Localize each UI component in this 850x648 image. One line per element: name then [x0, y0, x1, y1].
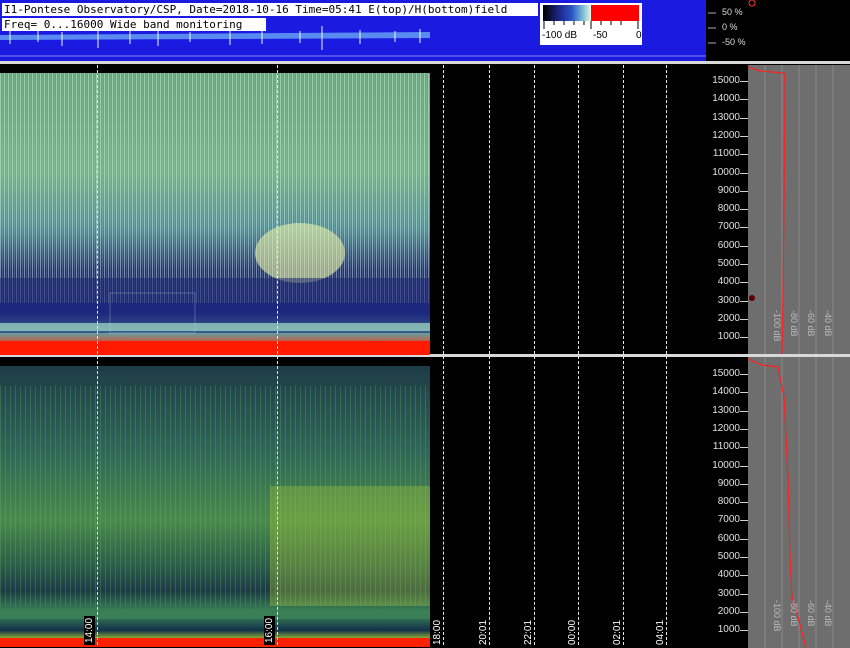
- top-freq-tick: [740, 154, 748, 156]
- time-label-0401: 04:01: [655, 619, 666, 645]
- top-freq-label: 11000: [712, 148, 740, 160]
- time-gridline: [443, 65, 444, 645]
- bottom-freq-label: 8000: [717, 496, 740, 508]
- top-freq-label: 14000: [712, 93, 740, 105]
- top-freq-label: 15000: [712, 75, 740, 86]
- bottom-freq-tick: [740, 483, 748, 485]
- bottom-freq-tick: [740, 575, 748, 577]
- spectrum-profile-top: [748, 65, 850, 354]
- top-freq-tick: [740, 245, 748, 247]
- percent-label-zero: 0 %: [722, 22, 738, 32]
- bottom-freq-tick: [740, 447, 748, 449]
- top-freq-tick: [740, 227, 748, 229]
- db-label-top-1: -100 dB: [772, 310, 782, 342]
- top-freq-label: 4000: [717, 276, 740, 288]
- bottom-freq-label: 10000: [712, 459, 740, 471]
- time-gridline: [578, 65, 579, 645]
- bottom-freq-label: 11000: [712, 441, 740, 453]
- db-label-bottom-1: -100 dB: [772, 600, 782, 632]
- bottom-freq-tick: [740, 520, 748, 522]
- bottom-freq-label: 13000: [712, 404, 740, 416]
- top-freq-tick: [740, 190, 748, 192]
- top-separator: [0, 61, 850, 64]
- observatory-title: I1-Pontese Observatory/CSP, Date=2018-10…: [2, 3, 538, 16]
- top-freq-tick: [740, 99, 748, 101]
- bottom-freq-tick: [740, 611, 748, 613]
- bottom-freq-tick: [740, 410, 748, 412]
- top-freq-tick: [740, 117, 748, 119]
- bottom-freq-tick: [740, 392, 748, 394]
- bottom-freq-label: 15000: [712, 368, 740, 379]
- bottom-freq-label: 6000: [717, 532, 740, 544]
- top-freq-label: 9000: [717, 184, 740, 196]
- top-freq-tick: [740, 209, 748, 211]
- legend-tick-min: -100 dB: [542, 30, 578, 41]
- time-gridline: [489, 65, 490, 645]
- time-label-1400: 14:00: [84, 615, 95, 645]
- top-freq-label: 2000: [717, 312, 740, 324]
- bottom-freq-label: 7000: [717, 514, 740, 526]
- time-gridline: [97, 65, 98, 645]
- bottom-freq-label: 2000: [717, 605, 740, 617]
- bottom-freq-label: 9000: [717, 477, 740, 489]
- top-freq-label: 13000: [712, 111, 740, 123]
- top-freq-tick: [740, 318, 748, 320]
- color-scale-ticks: [543, 21, 639, 29]
- top-freq-label: 5000: [717, 258, 740, 269]
- spectrogram-e-field: [0, 73, 430, 355]
- top-freq-tick: [740, 264, 748, 265]
- bottom-freq-tick: [740, 538, 748, 540]
- bottom-freq-tick: [740, 502, 748, 504]
- bottom-freq-label: 12000: [712, 422, 740, 434]
- db-label-bottom-2: -80 dB: [789, 600, 799, 627]
- time-label-1600: 16:00: [264, 615, 275, 645]
- bottom-freq-tick: [740, 593, 748, 595]
- bottom-freq-tick: [740, 465, 748, 467]
- top-freq-label: 1000: [717, 331, 740, 343]
- db-label-top-3: -60 dB: [806, 310, 816, 337]
- top-freq-tick: [740, 172, 748, 174]
- top-freq-label: 12000: [712, 129, 740, 141]
- top-freq-label: 6000: [717, 239, 740, 251]
- time-gridline: [277, 65, 278, 645]
- top-freq-tick: [740, 337, 748, 339]
- db-label-top-4: -40 dB: [823, 310, 833, 337]
- top-freq-tick: [740, 282, 748, 284]
- top-freq-label: 7000: [717, 221, 740, 233]
- percent-label-bottom: -50 %: [722, 37, 746, 47]
- bottom-freq-tick: [740, 428, 748, 430]
- legend-tick-max: 0: [636, 30, 642, 41]
- top-freq-tick: [740, 135, 748, 137]
- top-freq-label: 3000: [717, 294, 740, 306]
- time-gridline: [623, 65, 624, 645]
- time-label-0201: 02:01: [612, 619, 623, 645]
- time-label-2201: 22:01: [523, 619, 534, 645]
- top-freq-label: 8000: [717, 203, 740, 215]
- bottom-freq-tick: [740, 630, 748, 632]
- db-label-bottom-4: -40 dB: [823, 600, 833, 627]
- color-scale-bar: [543, 5, 639, 21]
- time-label-0000: 00:00: [567, 619, 578, 645]
- time-label-1800: 18:00: [432, 619, 443, 645]
- bottom-freq-tick: [740, 374, 748, 375]
- bottom-freq-label: 14000: [712, 386, 740, 398]
- bottom-freq-label: 3000: [717, 587, 740, 599]
- time-label-2001: 20:01: [478, 619, 489, 645]
- spectrum-profile-bottom: [748, 357, 850, 648]
- frequency-range-label: Freq= 0...16000 Wide band monitoring: [2, 18, 266, 31]
- top-freq-tick: [740, 81, 748, 82]
- spectrogram-h-field: [0, 366, 430, 647]
- percent-label-top: 50 %: [722, 7, 743, 17]
- top-freq-tick: [740, 300, 748, 302]
- bottom-freq-tick: [740, 557, 748, 558]
- time-gridline: [534, 65, 535, 645]
- legend-tick-mid: -50: [593, 30, 608, 41]
- bottom-freq-label: 4000: [717, 569, 740, 581]
- bottom-freq-label: 1000: [717, 624, 740, 636]
- db-label-top-2: -80 dB: [789, 310, 799, 337]
- top-freq-label: 10000: [712, 166, 740, 178]
- bottom-freq-label: 5000: [717, 551, 740, 562]
- time-gridline: [666, 65, 667, 645]
- db-label-bottom-3: -60 dB: [806, 600, 816, 627]
